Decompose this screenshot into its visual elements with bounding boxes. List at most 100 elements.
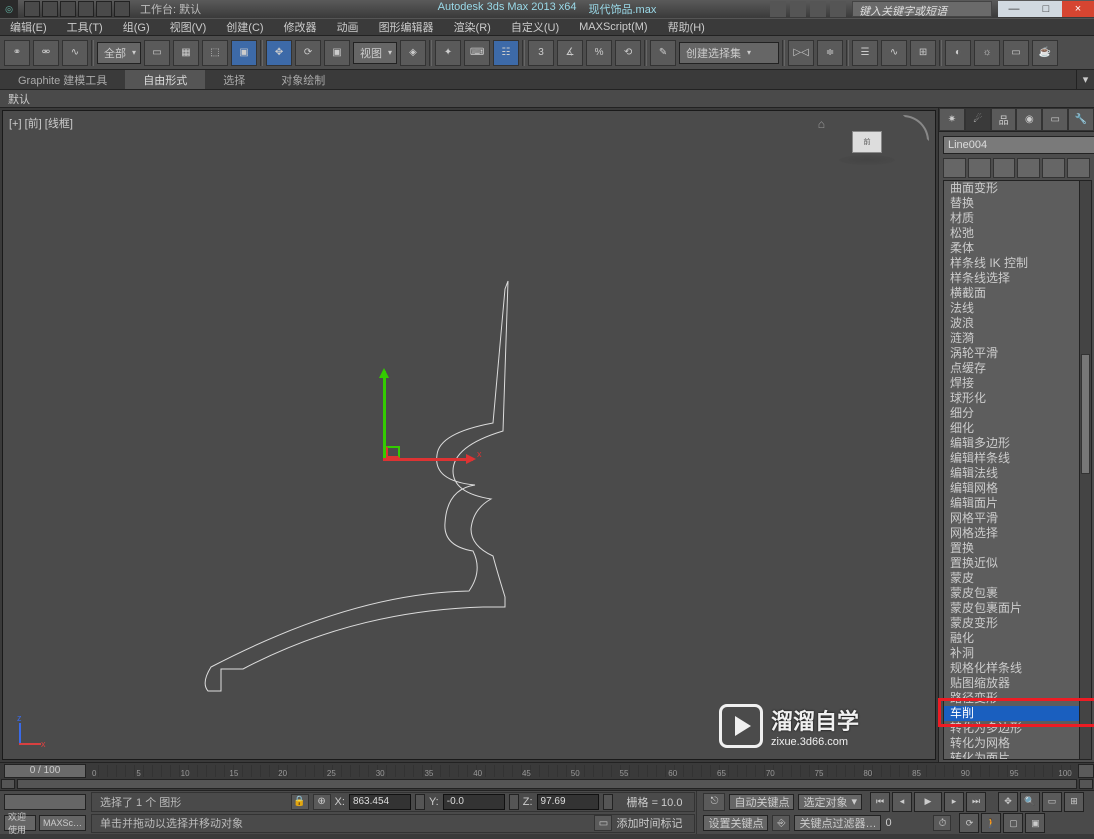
unlink-icon[interactable]: ⚮ (33, 40, 59, 66)
modifier-list-item[interactable]: 编辑法线 (944, 466, 1091, 481)
welcome-chip[interactable]: 欢迎使用 (4, 815, 36, 831)
select-name-icon[interactable]: ▦ (173, 40, 199, 66)
window-crossing-icon[interactable]: ▣ (231, 40, 257, 66)
time-config-icon[interactable] (1078, 764, 1094, 778)
selection-filter-combo[interactable]: 全部▾ (97, 42, 141, 64)
nav-zoom-icon[interactable]: 🔍 (1020, 792, 1040, 812)
modifier-list-item[interactable]: 网格选择 (944, 526, 1091, 541)
scrollbar-thumb[interactable] (1081, 354, 1090, 474)
modifier-list-item[interactable]: 波浪 (944, 316, 1091, 331)
nav-zoomall-icon[interactable]: ⊞ (1064, 792, 1084, 812)
infocenter-search-icon[interactable] (770, 1, 786, 17)
move-icon[interactable]: ✥ (266, 40, 292, 66)
lock-icon[interactable]: 🔒 (291, 794, 309, 810)
viewcube[interactable]: 前 (839, 131, 895, 171)
modifier-list-item[interactable]: 补洞 (944, 646, 1091, 661)
modifier-list-item[interactable]: 转化为网格 (944, 736, 1091, 751)
modifier-list-item[interactable]: 曲面变形 (944, 181, 1091, 196)
cmd-tab-display-icon[interactable]: ▭ (1042, 108, 1068, 131)
modifier-list-item[interactable]: 转化为面片 (944, 751, 1091, 760)
trackbar-left-icon[interactable] (1, 779, 15, 789)
listener-mini[interactable] (4, 794, 86, 810)
modifier-bar-make-icon[interactable] (1017, 158, 1040, 178)
window-minimize-button[interactable]: — (998, 1, 1030, 17)
coord-z-spinner[interactable] (603, 794, 613, 810)
qat-redo-icon[interactable] (96, 1, 112, 17)
keymode-icon[interactable]: ⎋ (703, 793, 725, 811)
time-slider-track[interactable]: 0510152025303540455055606570758085909510… (90, 765, 1074, 777)
modifier-list-item[interactable]: 涟漪 (944, 331, 1091, 346)
viewport[interactable]: [+] [前] [线框] ⌂ 前 x z x 溜溜自学 zixue.3d66.c… (2, 110, 936, 760)
gizmo-x-axis-icon[interactable] (383, 458, 473, 461)
modifier-list-item[interactable]: 转化为多边形 (944, 721, 1091, 736)
maxscript-chip[interactable]: MAXSc… (39, 815, 86, 831)
next-frame-icon[interactable]: ▸ (944, 792, 964, 812)
cmd-tab-utilities-icon[interactable]: 🔧 (1068, 108, 1094, 131)
time-slider-thumb[interactable]: 0 / 100 (4, 764, 86, 778)
ribbon-tab[interactable]: 选择 (205, 70, 263, 89)
nav-fov-icon[interactable]: ▭ (1042, 792, 1062, 812)
menu-item[interactable]: 工具(T) (57, 19, 113, 35)
trackbar[interactable] (0, 778, 1094, 790)
modifier-list-item[interactable]: 焊接 (944, 376, 1091, 391)
modifier-list-item[interactable]: 柔体 (944, 241, 1091, 256)
viewcube-home-icon[interactable]: ⌂ (818, 117, 825, 131)
cmd-tab-motion-icon[interactable]: ◉ (1016, 108, 1042, 131)
pivot-icon[interactable]: ◈ (400, 40, 426, 66)
modifier-list-item[interactable]: 车削 (944, 706, 1091, 721)
render-frame-icon[interactable]: ▭ (1003, 40, 1029, 66)
modifier-list-item[interactable]: 法线 (944, 301, 1091, 316)
autokey-button[interactable]: 自动关键点 (729, 794, 794, 810)
coord-z-input[interactable]: 97.69 (537, 794, 599, 810)
modifier-list-item[interactable]: 替换 (944, 196, 1091, 211)
setkey-button[interactable]: 设置关键点 (703, 815, 768, 831)
viewcube-face[interactable]: 前 (852, 131, 882, 153)
qat-save-icon[interactable] (60, 1, 76, 17)
window-maximize-button[interactable]: □ (1030, 1, 1062, 17)
key-filters-button[interactable]: 关键点过滤器… (794, 815, 881, 831)
menu-item[interactable]: MAXScript(M) (569, 21, 657, 33)
modifier-list-item[interactable]: 蒙皮包裹 (944, 586, 1091, 601)
coord-x-spinner[interactable] (415, 794, 425, 810)
ribbon-tab[interactable]: Graphite 建模工具 (0, 70, 125, 89)
modifier-list-item[interactable]: 球形化 (944, 391, 1091, 406)
nav-max-icon[interactable]: ▢ (1003, 813, 1023, 833)
infocenter-help-icon[interactable] (830, 1, 846, 17)
prev-frame-icon[interactable]: ◂ (892, 792, 912, 812)
viewport-label[interactable]: [+] [前] [线框] (9, 115, 73, 131)
modifier-list-item[interactable]: 贴图缩放器 (944, 676, 1091, 691)
gizmo-plane-icon[interactable] (386, 446, 400, 458)
mirror-icon[interactable]: ▷◁ (788, 40, 814, 66)
named-sel-icon[interactable]: ☷ (493, 40, 519, 66)
material-icon[interactable]: ◐ (945, 40, 971, 66)
spinnersnap-icon[interactable]: ⟲ (615, 40, 641, 66)
infocenter-search-input[interactable]: 键入关键字或短语 (852, 1, 992, 17)
layers-icon[interactable]: ☰ (852, 40, 878, 66)
nav-pan-icon[interactable]: ✥ (998, 792, 1018, 812)
modifier-list-item[interactable]: 样条线选择 (944, 271, 1091, 286)
object-name-input[interactable] (943, 136, 1094, 154)
time-tag-icon[interactable]: ▭ (594, 815, 612, 831)
trackbar-right-icon[interactable] (1079, 779, 1093, 789)
time-config2-icon[interactable]: ⏱ (933, 815, 951, 831)
current-frame-input[interactable]: 0 (885, 817, 925, 829)
modifier-list[interactable]: 曲面变形替换材质松弛柔体样条线 IK 控制样条线选择横截面法线波浪涟漪涡轮平滑点… (943, 180, 1092, 760)
ribbon-tab[interactable]: 对象绘制 (263, 70, 343, 89)
modifier-list-item[interactable]: 样条线 IK 控制 (944, 256, 1091, 271)
cmd-tab-hierarchy-icon[interactable]: 品 (991, 108, 1017, 131)
nav-region-icon[interactable]: ▣ (1025, 813, 1045, 833)
modifier-bar-stack-icon[interactable] (968, 158, 991, 178)
modifier-list-item[interactable]: 细分 (944, 406, 1091, 421)
schematic-icon[interactable]: ⊞ (910, 40, 936, 66)
infocenter-signin-icon[interactable] (790, 1, 806, 17)
ribbon-collapse-icon[interactable]: ▾ (1076, 70, 1094, 89)
select-icon[interactable]: ▭ (144, 40, 170, 66)
manip-icon[interactable]: ✦ (435, 40, 461, 66)
select-region-icon[interactable]: ⬚ (202, 40, 228, 66)
modifier-list-item[interactable]: 松弛 (944, 226, 1091, 241)
goto-start-icon[interactable]: ⏮ (870, 792, 890, 812)
modifier-bar-config-icon[interactable] (1067, 158, 1090, 178)
coord-y-input[interactable]: -0.0 (443, 794, 505, 810)
menu-item[interactable]: 动画 (327, 19, 369, 35)
trackbar-scroll[interactable] (17, 779, 1077, 789)
